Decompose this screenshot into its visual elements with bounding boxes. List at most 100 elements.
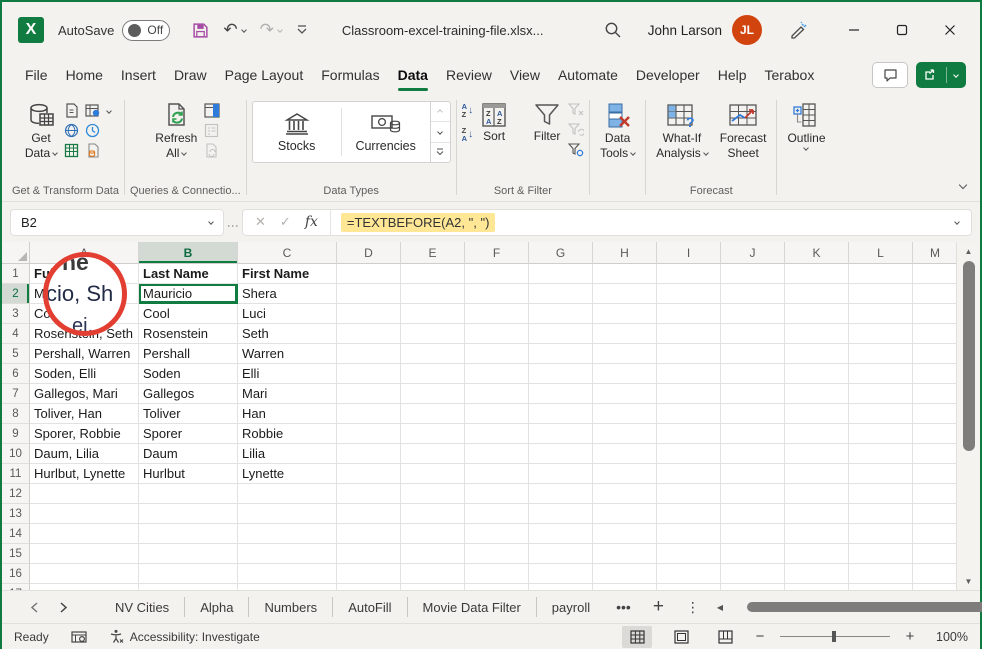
avatar[interactable]: JL bbox=[732, 15, 762, 45]
cell-D6[interactable] bbox=[337, 364, 401, 384]
cell-M4[interactable] bbox=[913, 324, 958, 344]
cell-I4[interactable] bbox=[657, 324, 721, 344]
cell-L12[interactable] bbox=[849, 484, 913, 504]
row-header-4[interactable]: 4 bbox=[2, 324, 30, 344]
sheet-tab-numbers[interactable]: Numbers bbox=[249, 597, 333, 617]
menu-tab-automate[interactable]: Automate bbox=[549, 61, 627, 89]
cell-A10[interactable]: Daum, Lilia bbox=[30, 444, 139, 464]
cell-E8[interactable] bbox=[401, 404, 465, 424]
cell-F5[interactable] bbox=[465, 344, 529, 364]
cell-F9[interactable] bbox=[465, 424, 529, 444]
cell-I9[interactable] bbox=[657, 424, 721, 444]
cell-J16[interactable] bbox=[721, 564, 785, 584]
cell-D8[interactable] bbox=[337, 404, 401, 424]
cell-G15[interactable] bbox=[529, 544, 593, 564]
cell-K1[interactable] bbox=[785, 264, 849, 284]
menu-tab-help[interactable]: Help bbox=[709, 61, 756, 89]
accessibility-status[interactable]: Accessibility: Investigate bbox=[109, 629, 260, 644]
cell-G2[interactable] bbox=[529, 284, 593, 304]
data-tools-button[interactable]: Data Tools bbox=[595, 96, 640, 162]
cell-H5[interactable] bbox=[593, 344, 657, 364]
cell-D7[interactable] bbox=[337, 384, 401, 404]
zoom-in-button[interactable]: + bbox=[904, 628, 916, 645]
cell-K15[interactable] bbox=[785, 544, 849, 564]
cell-F6[interactable] bbox=[465, 364, 529, 384]
cell-M9[interactable] bbox=[913, 424, 958, 444]
cell-B7[interactable]: Gallegos bbox=[139, 384, 238, 404]
cell-C5[interactable]: Warren bbox=[238, 344, 337, 364]
cell-A13[interactable] bbox=[30, 504, 139, 524]
page-layout-view-button[interactable] bbox=[666, 626, 696, 648]
cell-G4[interactable] bbox=[529, 324, 593, 344]
cell-F15[interactable] bbox=[465, 544, 529, 564]
cell-J7[interactable] bbox=[721, 384, 785, 404]
cell-I2[interactable] bbox=[657, 284, 721, 304]
cell-C10[interactable]: Lilia bbox=[238, 444, 337, 464]
cell-J12[interactable] bbox=[721, 484, 785, 504]
cell-E4[interactable] bbox=[401, 324, 465, 344]
cell-E15[interactable] bbox=[401, 544, 465, 564]
cell-L13[interactable] bbox=[849, 504, 913, 524]
row-header-5[interactable]: 5 bbox=[2, 344, 30, 364]
column-header-H[interactable]: H bbox=[593, 242, 657, 264]
cell-K8[interactable] bbox=[785, 404, 849, 424]
cell-G14[interactable] bbox=[529, 524, 593, 544]
cell-B5[interactable]: Pershall bbox=[139, 344, 238, 364]
cell-E16[interactable] bbox=[401, 564, 465, 584]
cell-I12[interactable] bbox=[657, 484, 721, 504]
outline-button[interactable]: Outline bbox=[782, 96, 830, 152]
column-header-F[interactable]: F bbox=[465, 242, 529, 264]
cell-B10[interactable]: Daum bbox=[139, 444, 238, 464]
cell-K6[interactable] bbox=[785, 364, 849, 384]
cell-L9[interactable] bbox=[849, 424, 913, 444]
cell-B3[interactable]: Cool bbox=[139, 304, 238, 324]
cell-M2[interactable] bbox=[913, 284, 958, 304]
cell-K14[interactable] bbox=[785, 524, 849, 544]
cell-I6[interactable] bbox=[657, 364, 721, 384]
gallery-more-button[interactable] bbox=[431, 143, 450, 162]
cell-E3[interactable] bbox=[401, 304, 465, 324]
cell-F4[interactable] bbox=[465, 324, 529, 344]
cell-C2[interactable]: Shera bbox=[238, 284, 337, 304]
vertical-scroll-thumb[interactable] bbox=[963, 261, 975, 451]
cell-L10[interactable] bbox=[849, 444, 913, 464]
menu-tab-terabox[interactable]: Terabox bbox=[756, 61, 824, 89]
cell-E9[interactable] bbox=[401, 424, 465, 444]
cell-E13[interactable] bbox=[401, 504, 465, 524]
row-header-1[interactable]: 1 bbox=[2, 264, 30, 284]
cell-J13[interactable] bbox=[721, 504, 785, 524]
forecast-sheet-button[interactable]: Forecast Sheet bbox=[715, 96, 772, 162]
from-table-range-icon[interactable] bbox=[64, 143, 79, 158]
currencies-button[interactable]: Currencies bbox=[342, 102, 430, 162]
menu-tab-draw[interactable]: Draw bbox=[165, 61, 216, 89]
close-button[interactable] bbox=[930, 13, 970, 47]
scroll-up-icon[interactable]: ▲ bbox=[957, 242, 980, 260]
cell-M16[interactable] bbox=[913, 564, 958, 584]
cell-A6[interactable]: Soden, Elli bbox=[30, 364, 139, 384]
cell-E10[interactable] bbox=[401, 444, 465, 464]
menu-tab-data[interactable]: Data bbox=[389, 61, 437, 89]
sheet-tab-nv-cities[interactable]: NV Cities bbox=[100, 597, 185, 617]
cell-H7[interactable] bbox=[593, 384, 657, 404]
undo-dropdown-icon[interactable] bbox=[241, 27, 247, 33]
column-header-D[interactable]: D bbox=[337, 242, 401, 264]
undo-button[interactable]: ↶ bbox=[223, 20, 245, 40]
account-control[interactable]: John Larson JL bbox=[648, 15, 762, 45]
cell-M3[interactable] bbox=[913, 304, 958, 324]
gallery-down-button[interactable] bbox=[431, 122, 450, 142]
row-header-10[interactable]: 10 bbox=[2, 444, 30, 464]
cell-J4[interactable] bbox=[721, 324, 785, 344]
redo-button[interactable]: ↷ bbox=[260, 20, 282, 40]
formula-text[interactable]: =TEXTBEFORE(A2, ", ") bbox=[341, 213, 496, 232]
advanced-filter-icon[interactable] bbox=[568, 143, 584, 157]
cell-B8[interactable]: Toliver bbox=[139, 404, 238, 424]
cell-I10[interactable] bbox=[657, 444, 721, 464]
queries-connections-icon[interactable] bbox=[204, 103, 220, 118]
menu-tab-file[interactable]: File bbox=[16, 61, 57, 89]
cell-L3[interactable] bbox=[849, 304, 913, 324]
cell-C13[interactable] bbox=[238, 504, 337, 524]
cell-G5[interactable] bbox=[529, 344, 593, 364]
column-header-M[interactable]: M bbox=[913, 242, 958, 264]
autosave-control[interactable]: AutoSave Off bbox=[58, 20, 170, 41]
maximize-button[interactable] bbox=[882, 13, 922, 47]
